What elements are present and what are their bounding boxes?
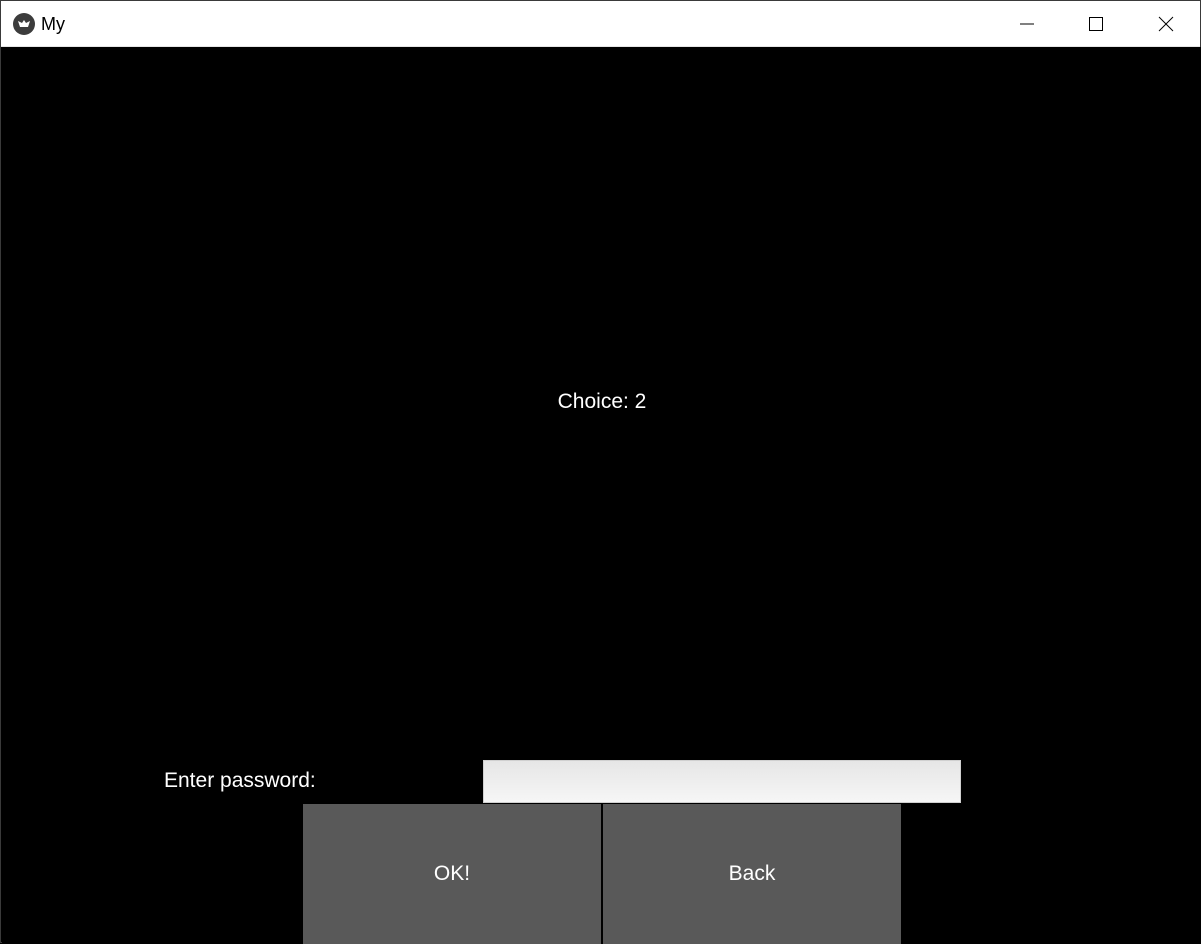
maximize-icon <box>1089 16 1103 31</box>
password-input[interactable] <box>483 760 961 803</box>
kivy-app-icon <box>13 13 35 35</box>
main-content: Choice: 2 Enter password: OK! Back <box>2 47 1201 944</box>
close-icon <box>1158 16 1174 31</box>
password-label: Enter password: <box>164 769 316 792</box>
minimize-icon <box>1020 23 1034 24</box>
minimize-button[interactable] <box>992 1 1062 46</box>
ok-button[interactable]: OK! <box>303 804 601 944</box>
window-title: My <box>41 14 65 34</box>
close-button[interactable] <box>1131 1 1201 46</box>
choice-label: Choice: 2 <box>557 390 647 413</box>
title-bar[interactable]: My <box>1 1 1200 47</box>
maximize-button[interactable] <box>1061 1 1131 46</box>
app-window: My Choice: 2 Enter password: OK! Back <box>0 0 1201 944</box>
back-button[interactable]: Back <box>603 804 901 944</box>
